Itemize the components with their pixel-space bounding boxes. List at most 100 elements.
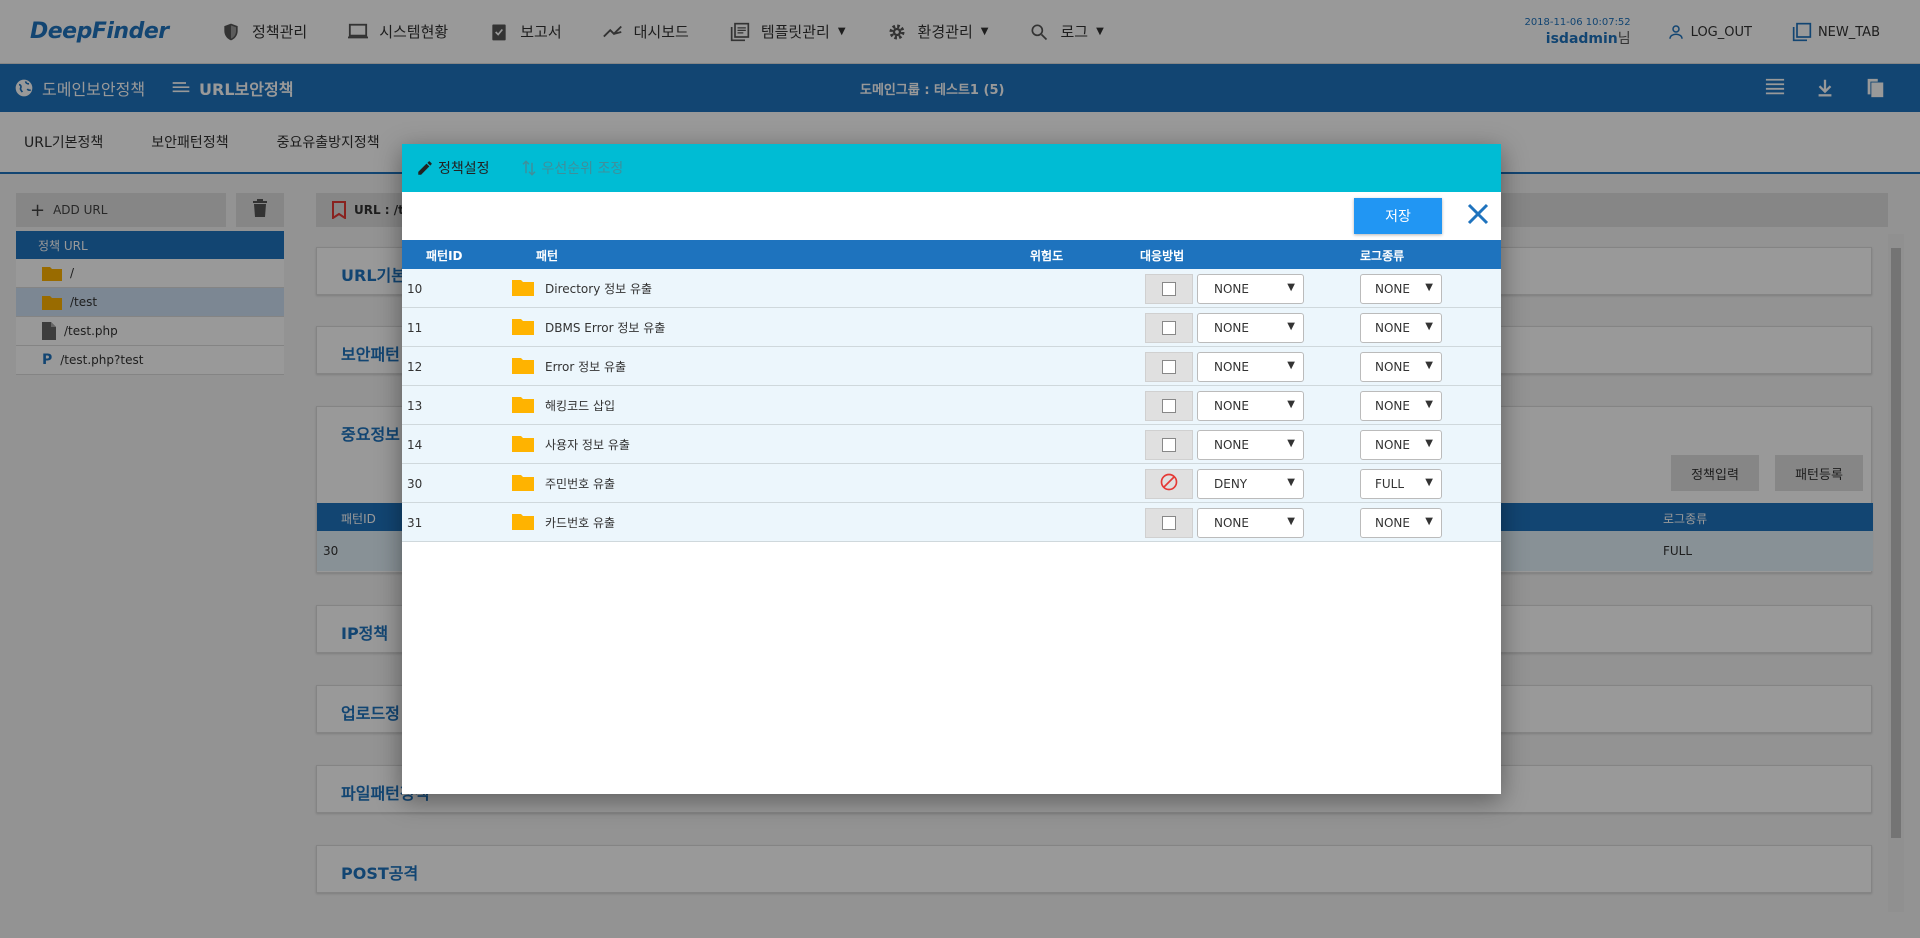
row-pattern-text: Directory 정보 유출 — [545, 282, 653, 296]
row-log-select-cell: NONE ▼ — [1360, 347, 1442, 386]
close-icon — [1466, 202, 1490, 230]
folder-icon — [512, 278, 534, 299]
action-select[interactable]: NONE ▼ — [1197, 273, 1304, 304]
dropdown-arrow-icon: ▼ — [1287, 281, 1295, 293]
action-select-value: NONE — [1214, 437, 1249, 452]
table-row[interactable]: 30 주민번호 유출 DENY ▼ FULL ▼ — [402, 464, 1501, 503]
table-row[interactable]: 10 Directory 정보 유출 NONE ▼ NONE ▼ — [402, 269, 1501, 308]
action-checkbox[interactable] — [1145, 351, 1193, 382]
table-row[interactable]: 14 사용자 정보 유출 NONE ▼ NONE ▼ — [402, 425, 1501, 464]
row-folder — [512, 425, 534, 464]
log-select-value: NONE — [1375, 281, 1410, 296]
row-id-text: 10 — [407, 281, 423, 296]
table-row[interactable]: 13 해킹코드 삽입 NONE ▼ NONE ▼ — [402, 386, 1501, 425]
tab-priority-adjust[interactable]: 우선순위 조정 — [520, 158, 624, 178]
modal-toolbar: 저장 — [402, 192, 1501, 240]
dropdown-arrow-icon: ▼ — [1287, 476, 1295, 488]
log-type-select[interactable]: NONE ▼ — [1360, 390, 1442, 421]
log-type-select[interactable]: FULL ▼ — [1360, 468, 1442, 499]
row-pattern-name: 주민번호 유출 — [545, 464, 615, 503]
action-select[interactable]: DENY ▼ — [1197, 468, 1304, 499]
tab-label: 우선순위 조정 — [541, 161, 624, 177]
table-row[interactable]: 11 DBMS Error 정보 유출 NONE ▼ NONE ▼ — [402, 308, 1501, 347]
row-pattern-name: Directory 정보 유출 — [545, 269, 652, 308]
action-select[interactable]: NONE ▼ — [1197, 429, 1304, 460]
row-action-select-cell: NONE ▼ — [1197, 308, 1304, 347]
dropdown-arrow-icon: ▼ — [1287, 398, 1295, 410]
action-select-value: DENY — [1214, 476, 1248, 491]
row-pattern-name: Error 정보 유출 — [545, 347, 626, 386]
folder-icon — [512, 434, 534, 455]
row-id-text: 30 — [407, 476, 423, 491]
close-button[interactable] — [1462, 200, 1494, 232]
action-checkbox[interactable] — [1145, 429, 1193, 460]
folder-icon — [512, 473, 534, 494]
folder-icon — [512, 395, 534, 416]
checkbox-box — [1162, 320, 1176, 335]
row-pattern-name: 사용자 정보 유출 — [545, 425, 630, 464]
row-id-text: 11 — [407, 320, 423, 335]
row-folder — [512, 464, 534, 503]
row-folder — [512, 269, 534, 308]
row-folder — [512, 347, 534, 386]
row-id-text: 14 — [407, 437, 423, 452]
row-id: 12 — [407, 347, 422, 386]
sort-arrows-icon — [520, 159, 538, 177]
header-risk: 위험도 — [1030, 249, 1064, 263]
log-type-select[interactable]: NONE ▼ — [1360, 507, 1442, 538]
row-folder — [512, 386, 534, 425]
action-select[interactable]: NONE ▼ — [1197, 351, 1304, 382]
action-checkbox[interactable] — [1145, 390, 1193, 421]
dropdown-arrow-icon: ▼ — [1425, 437, 1433, 449]
action-select[interactable]: NONE ▼ — [1197, 390, 1304, 421]
log-select-value: NONE — [1375, 515, 1410, 530]
dropdown-arrow-icon: ▼ — [1425, 281, 1433, 293]
table-row[interactable]: 12 Error 정보 유출 NONE ▼ NONE ▼ — [402, 347, 1501, 386]
row-log-select-cell: FULL ▼ — [1360, 464, 1442, 503]
tab-policy-settings[interactable]: 정책설정 — [416, 158, 490, 178]
checkbox-box — [1162, 359, 1176, 374]
action-checkbox[interactable] — [1145, 312, 1193, 343]
save-button[interactable]: 저장 — [1354, 198, 1442, 234]
action-select-value: NONE — [1214, 515, 1249, 530]
pattern-table-body: 10 Directory 정보 유출 NONE ▼ NONE ▼ 11 DBMS Error … — [402, 269, 1501, 542]
log-select-value: FULL — [1375, 476, 1405, 491]
row-id: 14 — [407, 425, 422, 464]
table-row[interactable]: 31 카드번호 유출 NONE ▼ NONE ▼ — [402, 503, 1501, 542]
row-id: 11 — [407, 308, 422, 347]
row-pattern-text: 사용자 정보 유출 — [545, 438, 630, 452]
row-id: 13 — [407, 386, 422, 425]
row-action-toggle-cell — [1145, 464, 1193, 503]
log-type-select[interactable]: NONE ▼ — [1360, 312, 1442, 343]
row-id-text: 31 — [407, 515, 423, 530]
row-action-select-cell: NONE ▼ — [1197, 503, 1304, 542]
dropdown-arrow-icon: ▼ — [1287, 359, 1295, 371]
action-select[interactable]: NONE ▼ — [1197, 312, 1304, 343]
log-type-select[interactable]: NONE ▼ — [1360, 429, 1442, 460]
row-action-select-cell: NONE ▼ — [1197, 269, 1304, 308]
row-id: 10 — [407, 269, 422, 308]
row-action-toggle-cell — [1145, 503, 1193, 542]
dropdown-arrow-icon: ▼ — [1425, 359, 1433, 371]
row-log-select-cell: NONE ▼ — [1360, 425, 1442, 464]
row-log-select-cell: NONE ▼ — [1360, 503, 1442, 542]
dropdown-arrow-icon: ▼ — [1425, 320, 1433, 332]
log-type-select[interactable]: NONE ▼ — [1360, 273, 1442, 304]
row-pattern-text: DBMS Error 정보 유출 — [545, 321, 666, 335]
action-checkbox[interactable] — [1145, 273, 1193, 304]
log-type-select[interactable]: NONE ▼ — [1360, 351, 1442, 382]
log-select-value: NONE — [1375, 398, 1410, 413]
action-select-value: NONE — [1214, 320, 1249, 335]
row-folder — [512, 308, 534, 347]
row-id-text: 12 — [407, 359, 423, 374]
checkbox-box — [1162, 398, 1176, 413]
deny-icon — [1159, 472, 1179, 495]
action-select[interactable]: NONE ▼ — [1197, 507, 1304, 538]
dropdown-arrow-icon: ▼ — [1287, 515, 1295, 527]
action-checkbox[interactable] — [1145, 507, 1193, 538]
row-id: 31 — [407, 503, 422, 542]
modal-tabs: 정책설정 우선순위 조정 — [402, 144, 1501, 192]
row-pattern-text: 주민번호 유출 — [545, 477, 616, 491]
row-action-toggle-cell — [1145, 386, 1193, 425]
deny-toggle[interactable] — [1145, 468, 1193, 499]
